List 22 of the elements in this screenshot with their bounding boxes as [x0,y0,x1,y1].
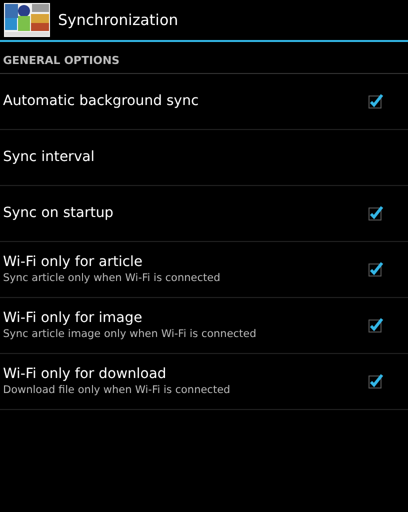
preference-row[interactable]: Sync on startup [0,185,408,242]
checkbox[interactable] [368,93,384,109]
preference-title: Wi-Fi only for image [3,310,144,326]
checkbox[interactable] [368,373,384,389]
preference-row[interactable]: Wi-Fi only for article Sync article only when Wi-Fi is connected [0,241,408,298]
preference-summary: Sync article image only when Wi-Fi is connected [3,328,258,340]
preference-title: Wi-Fi only for article [3,254,144,270]
checkbox[interactable] [368,205,384,221]
preference-row[interactable]: Automatic background sync [0,73,408,130]
preference-summary: Sync article only when Wi-Fi is connected [3,272,222,284]
preference-title: Sync on startup [3,205,114,221]
preference-row[interactable]: Sync interval [0,129,408,186]
section-header: GENERAL OPTIONS [0,46,408,74]
preference-row[interactable]: Wi-Fi only for image Sync article image only when Wi-Fi is connected [0,297,408,354]
preference-title: Automatic background sync [3,93,200,109]
checkbox[interactable] [368,261,384,277]
preference-title: Sync interval [3,149,96,165]
checkbox[interactable] [368,317,384,333]
preference-row[interactable]: Wi-Fi only for download Download file only when Wi-Fi is connected [0,353,408,410]
screen-title: Synchronization [58,11,178,29]
preference-summary: Download file only when Wi-Fi is connected [3,384,232,396]
preference-title: Wi-Fi only for download [3,366,168,382]
